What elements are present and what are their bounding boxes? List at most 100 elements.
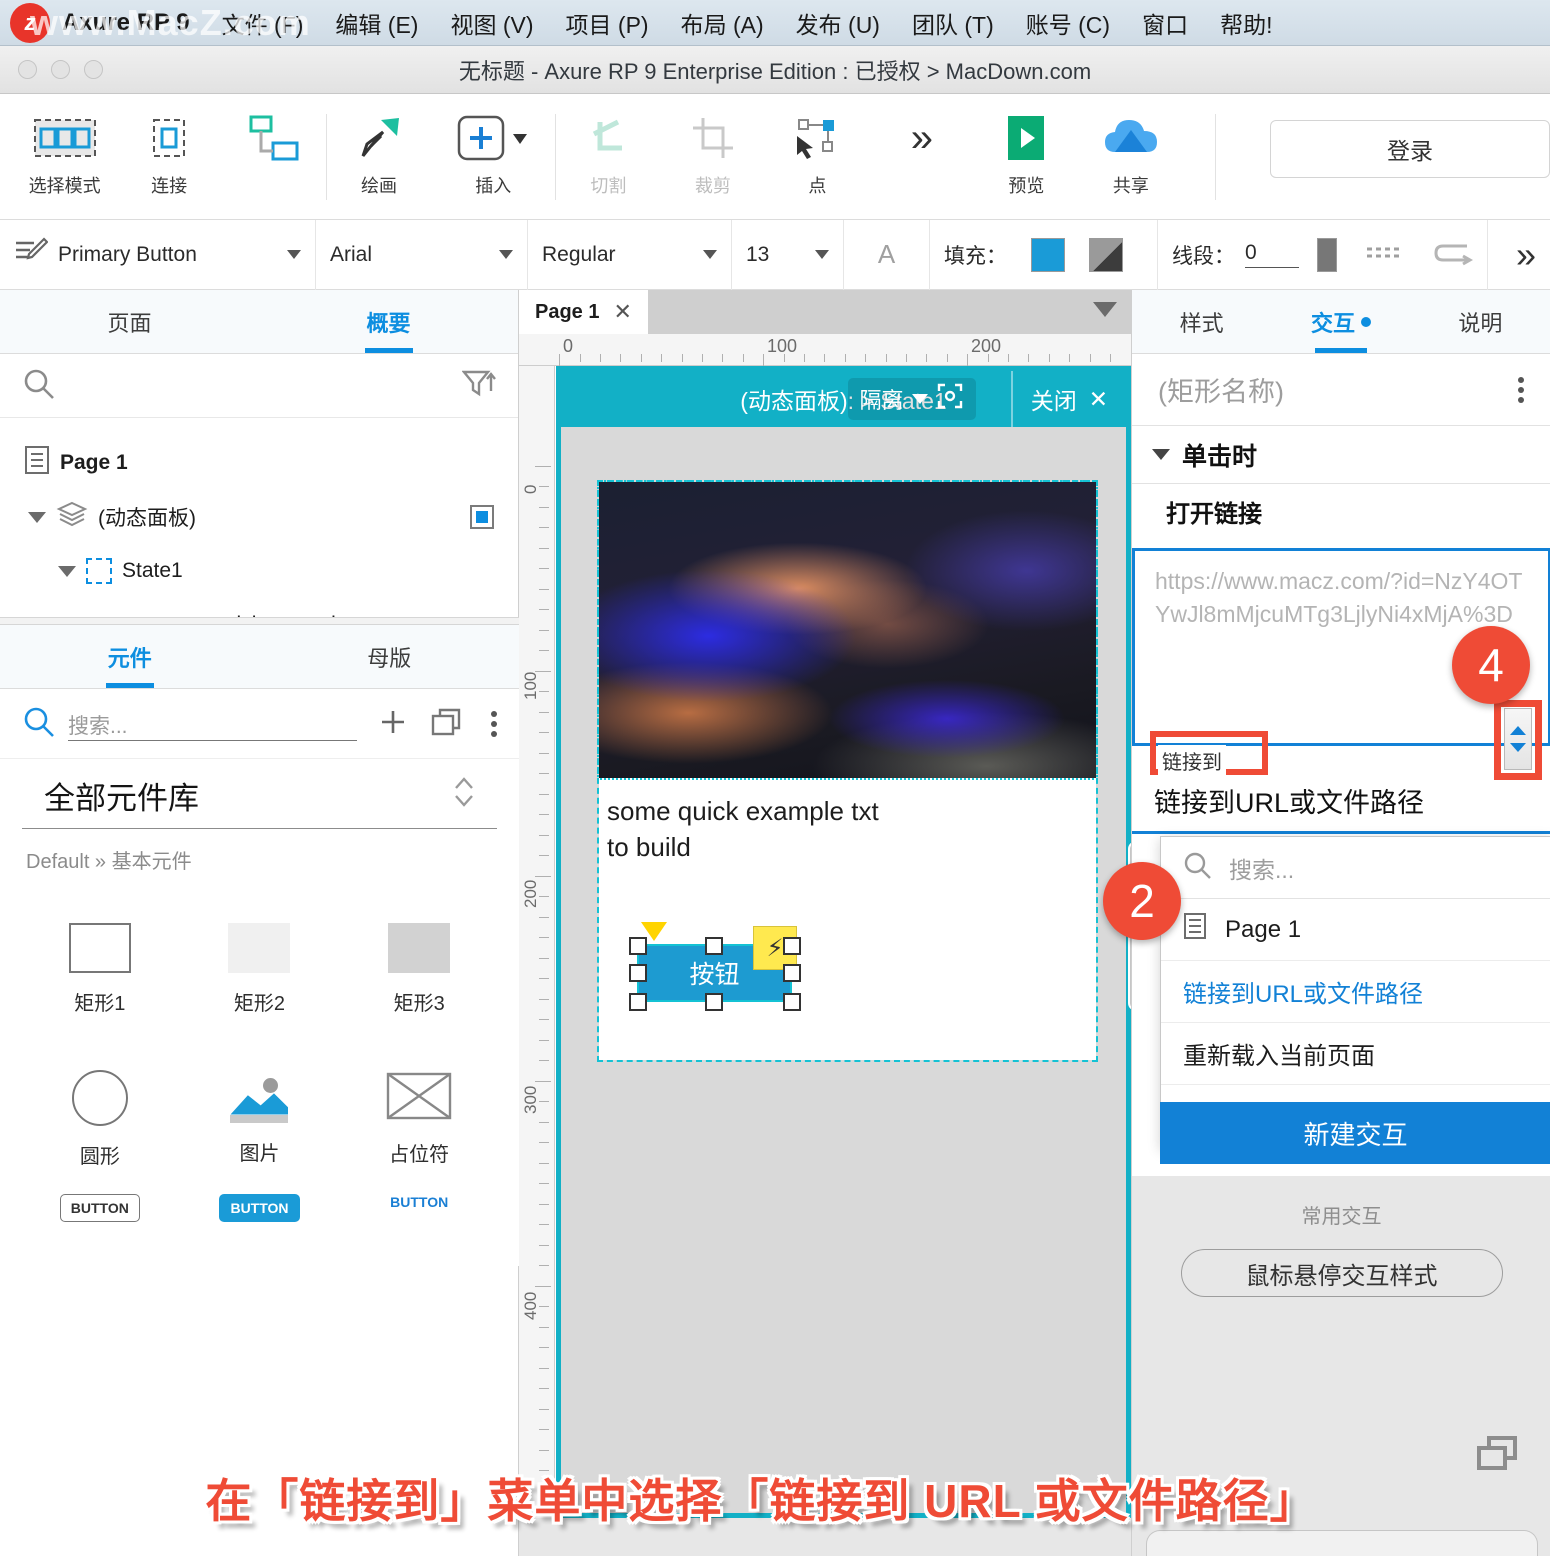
- fill-gradient-swatch[interactable]: [1089, 237, 1123, 272]
- close-icon[interactable]: ✕: [613, 299, 631, 325]
- resize-handle[interactable]: [705, 993, 723, 1011]
- dropdown-search-row[interactable]: 搜索...: [1161, 837, 1550, 899]
- canvas-tab-page-1[interactable]: Page 1 ✕: [519, 290, 648, 334]
- isolate-button[interactable]: 隔离: [847, 378, 976, 420]
- state-indicator-icon[interactable]: [470, 505, 494, 529]
- duplicate-icon[interactable]: [1477, 1436, 1517, 1470]
- dropdown-item-page-1[interactable]: Page 1: [1161, 899, 1550, 961]
- toolbar-preview[interactable]: 预览: [974, 94, 1079, 212]
- dashed-line-icon[interactable]: [1365, 243, 1405, 267]
- toolbar-point[interactable]: 点: [765, 94, 870, 212]
- new-interaction-button[interactable]: 新建交互: [1160, 1102, 1550, 1164]
- link-to-select[interactable]: 链接到URL或文件路径: [1132, 770, 1550, 834]
- minimize-window-button[interactable]: [51, 60, 70, 79]
- toolbar-connector-tool[interactable]: x: [221, 94, 326, 212]
- stepper-up-down-icon[interactable]: [453, 775, 475, 817]
- maximize-window-button[interactable]: [84, 60, 103, 79]
- hover-style-button[interactable]: 鼠标悬停交互样式: [1180, 1249, 1503, 1297]
- menu-item-project[interactable]: 项目 (P): [566, 6, 649, 40]
- toolbar-select-mode[interactable]: 选择模式: [12, 94, 117, 212]
- widget-button-primary[interactable]: BUTTON: [180, 1194, 340, 1278]
- tree-item-page-1[interactable]: Page 1: [0, 436, 518, 490]
- tab-notes[interactable]: 说明: [1411, 290, 1550, 353]
- window-controls[interactable]: [18, 60, 103, 79]
- toolbar-connect[interactable]: 连接: [117, 94, 222, 212]
- widget-name-row[interactable]: (矩形名称): [1132, 354, 1550, 426]
- tab-widgets[interactable]: 元件: [0, 625, 260, 688]
- kebab-icon[interactable]: [1518, 376, 1524, 403]
- login-button[interactable]: 登录: [1270, 120, 1550, 178]
- menu-item-publish[interactable]: 发布 (U): [796, 6, 880, 40]
- toolbar-share[interactable]: 共享: [1079, 94, 1184, 212]
- tab-style[interactable]: 样式: [1132, 290, 1271, 353]
- resize-handle[interactable]: [705, 937, 723, 955]
- triangle-down-icon[interactable]: [1152, 449, 1170, 460]
- resize-handle[interactable]: [783, 937, 801, 955]
- expand-triangle-down-icon[interactable]: [58, 565, 76, 577]
- menu-item-help[interactable]: 帮助!: [1220, 6, 1272, 40]
- tree-item-dynamic-panel[interactable]: (动态面板): [0, 490, 518, 544]
- kebab-icon[interactable]: [491, 710, 497, 737]
- menu-item-file[interactable]: 文件 (F): [222, 6, 304, 40]
- widget-rect3[interactable]: 矩形3: [339, 894, 499, 1044]
- text-color-button[interactable]: A: [844, 219, 930, 290]
- line-color-swatch[interactable]: [1317, 237, 1337, 272]
- resize-handle[interactable]: [629, 993, 647, 1011]
- tab-pages[interactable]: 页面: [0, 290, 259, 353]
- toolbar-slice[interactable]: 切割: [556, 94, 661, 212]
- expand-triangle-down-icon[interactable]: [28, 511, 46, 523]
- toolbar-pen[interactable]: 绘画: [327, 94, 432, 212]
- menu-item-view[interactable]: 视图 (V): [450, 6, 533, 40]
- toolbar-insert[interactable]: 插入: [431, 94, 555, 212]
- dropdown-item-reload[interactable]: 重新载入当前页面: [1161, 1023, 1550, 1085]
- format-overflow-button[interactable]: »: [1488, 220, 1550, 290]
- font-family-chevron-down-icon[interactable]: [499, 250, 513, 259]
- chevron-down-icon[interactable]: [1093, 302, 1117, 317]
- style-selector[interactable]: Primary Button: [0, 219, 316, 290]
- resize-handle[interactable]: [629, 937, 647, 955]
- menu-item-account[interactable]: 账号 (C): [1026, 6, 1110, 40]
- style-chevron-down-icon[interactable]: [287, 250, 301, 259]
- duplicate-icon[interactable]: [431, 706, 465, 742]
- example-text[interactable]: some quick example txt to build: [607, 794, 879, 866]
- action-open-link[interactable]: 打开链接: [1132, 484, 1550, 538]
- tab-masters[interactable]: 母版: [260, 625, 520, 688]
- library-search-input[interactable]: 搜索...: [68, 707, 357, 741]
- line-width-input[interactable]: 0: [1245, 241, 1299, 268]
- font-weight-chevron-down-icon[interactable]: [703, 250, 717, 259]
- menu-item-window[interactable]: 窗口: [1142, 6, 1188, 40]
- dynamic-panel-close-button[interactable]: 关闭 ✕: [1010, 371, 1126, 427]
- event-header-click[interactable]: 单击时: [1132, 426, 1550, 484]
- font-family-selector[interactable]: Arial: [316, 219, 528, 290]
- font-weight-selector[interactable]: Regular: [528, 219, 732, 290]
- font-size-chevron-down-icon[interactable]: [815, 250, 829, 259]
- menu-item-layout[interactable]: 布局 (A): [681, 6, 764, 40]
- resize-handle[interactable]: [629, 964, 647, 982]
- widget-circle[interactable]: 圆形: [20, 1044, 180, 1194]
- tree-item-state1[interactable]: State1: [0, 544, 518, 598]
- widget-image[interactable]: 图片: [180, 1044, 340, 1194]
- search-icon[interactable]: [22, 367, 56, 405]
- library-breadcrumb[interactable]: Default » 基本元件: [0, 829, 519, 890]
- left-panel-splitter[interactable]: [0, 617, 519, 625]
- toolbar-overflow[interactable]: » x: [870, 94, 975, 212]
- filter-icon[interactable]: [461, 369, 496, 403]
- widget-rect1[interactable]: 矩形1: [20, 894, 180, 1044]
- widget-button-outline[interactable]: BUTTON: [20, 1194, 180, 1278]
- hero-image[interactable]: [597, 480, 1098, 780]
- arrow-style-icon[interactable]: [1433, 240, 1474, 270]
- widget-placeholder[interactable]: 占位符: [339, 1044, 499, 1194]
- plus-icon[interactable]: [377, 706, 409, 742]
- widget-rect2[interactable]: 矩形2: [180, 894, 340, 1044]
- font-size-selector[interactable]: 13: [732, 219, 844, 290]
- library-title-row[interactable]: 全部元件库: [22, 759, 497, 829]
- tab-outline[interactable]: 概要: [259, 290, 518, 353]
- menu-item-edit[interactable]: 编辑 (E): [335, 6, 418, 40]
- state1-container[interactable]: some quick example txt to build 按钮 ⚡: [597, 480, 1098, 1062]
- menu-item-team[interactable]: 团队 (T): [912, 6, 994, 40]
- resize-handle[interactable]: [783, 993, 801, 1011]
- dropdown-item-link-url[interactable]: 链接到URL或文件路径: [1161, 961, 1550, 1023]
- tab-interactions[interactable]: 交互: [1271, 290, 1410, 353]
- search-icon[interactable]: [22, 705, 56, 743]
- fill-color-swatch[interactable]: [1031, 237, 1065, 272]
